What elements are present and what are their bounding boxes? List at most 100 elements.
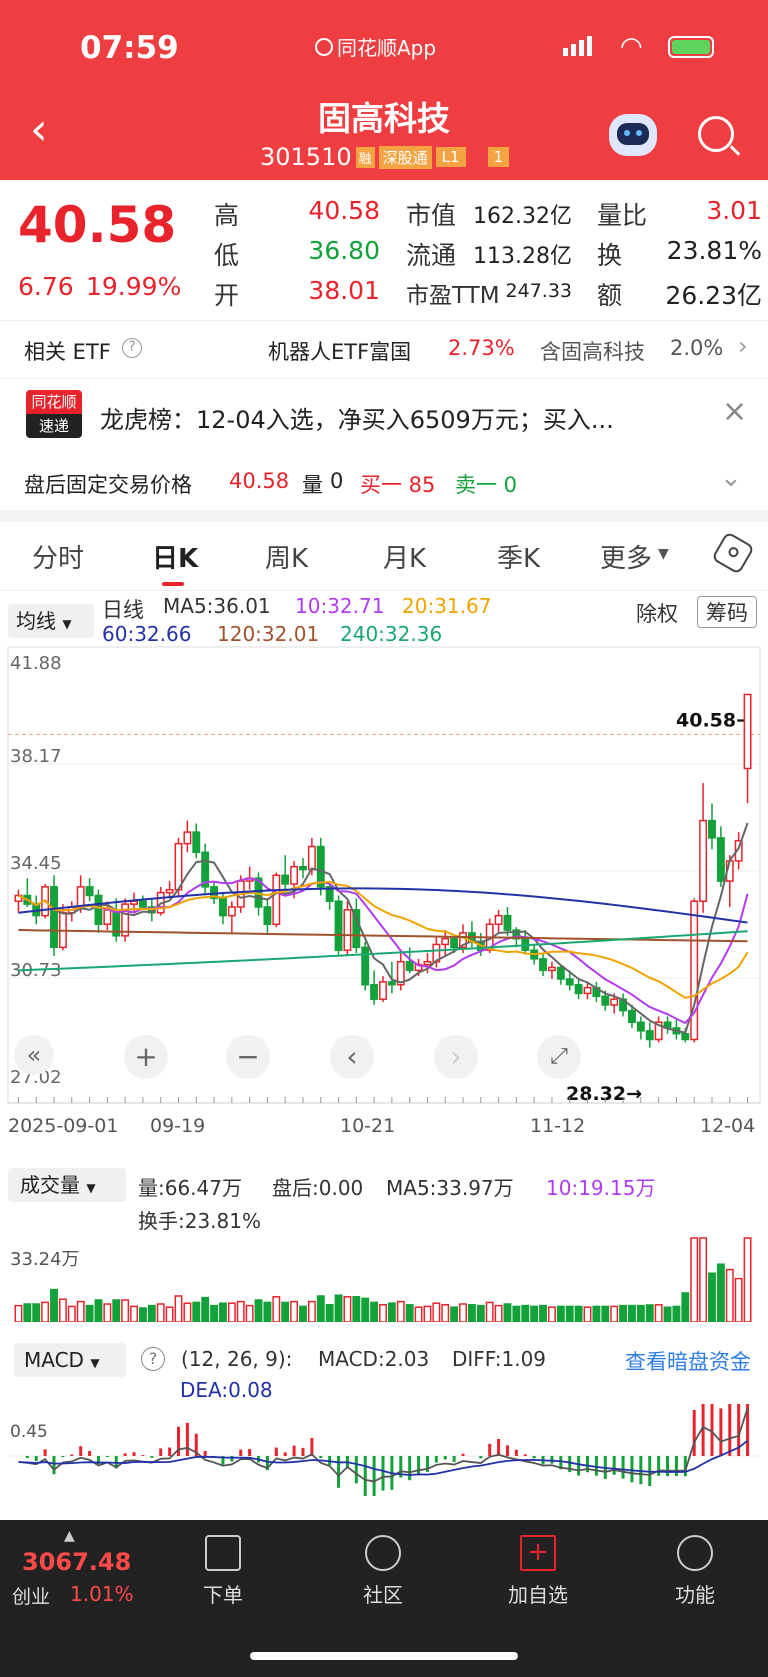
volume-bar: [574, 1305, 583, 1322]
close-icon[interactable]: ×: [722, 394, 747, 429]
tab-weekly-k[interactable]: 周K: [265, 538, 308, 575]
volume-bar: [734, 1277, 743, 1322]
volume-bar: [361, 1297, 370, 1322]
fq-button[interactable]: 除权: [636, 598, 678, 628]
ma5-value: MA5:36.01: [163, 594, 271, 618]
dark-pool-link[interactable]: 查看暗盘资金: [625, 1346, 751, 1376]
macd-selector[interactable]: MACD ▼: [14, 1343, 126, 1377]
candle-body: [94, 894, 103, 926]
etf-name: 机器人ETF富国: [268, 340, 412, 364]
tab-intraday[interactable]: 分时: [32, 538, 84, 575]
zoom-out-icon[interactable]: −: [226, 1035, 270, 1079]
volume-bar: [236, 1300, 245, 1322]
volume-bar: [663, 1306, 672, 1322]
volume-bar: [334, 1294, 343, 1322]
amount-label: 额: [597, 281, 623, 310]
pan-left-icon[interactable]: ‹: [330, 1035, 374, 1079]
nav-add-watchlist[interactable]: + 加自选: [483, 1535, 593, 1608]
tab-daily-k[interactable]: 日K: [152, 538, 198, 575]
macd-value: MACD:2.03: [318, 1347, 430, 1371]
volume-bar: [210, 1304, 219, 1322]
ma-selector[interactable]: 均线 ▼: [8, 604, 94, 638]
candle-body: [601, 995, 610, 1006]
volume-bar: [50, 1288, 58, 1322]
volume-bar: [219, 1302, 227, 1322]
macd-params: (12, 26, 9):: [181, 1347, 293, 1371]
open-label: 开: [214, 281, 240, 310]
volume-bar: [343, 1296, 352, 1322]
news-text: 龙虎榜：12-04入选，净买入6509万元；买入...: [100, 406, 614, 434]
candle-body: [645, 1030, 654, 1041]
menu-icon: [677, 1535, 713, 1571]
stock-code: 301510: [260, 143, 352, 171]
volume-bar: [743, 1237, 752, 1322]
volume-bar: [583, 1306, 592, 1322]
volume-bar: [681, 1292, 690, 1322]
volume-bar: [352, 1296, 361, 1322]
settings-hex-icon[interactable]: [711, 531, 755, 575]
search-icon[interactable]: [698, 116, 741, 156]
candle-body: [183, 831, 192, 845]
volume-bar: [565, 1305, 574, 1322]
volume-bar: [41, 1301, 50, 1322]
stock-subtitle: 301510 融 深股通 L1 1: [260, 143, 510, 171]
volume-bar: [441, 1304, 450, 1322]
x-tick-label: 2025-09-01: [8, 1115, 118, 1137]
candle-body: [290, 865, 299, 885]
volume-bar: [130, 1305, 138, 1322]
volume-bar: [14, 1304, 23, 1322]
tab-monthly-k[interactable]: 月K: [383, 538, 426, 575]
zoom-in-icon[interactable]: +: [124, 1035, 168, 1079]
related-etf-row[interactable]: 相关 ETF ? 机器人ETF富国 2.73% 含固高科技 2.0% ›: [0, 320, 768, 378]
fullscreen-icon[interactable]: ⤢: [537, 1035, 581, 1079]
candle-body: [76, 886, 85, 908]
badge-l1: L1: [435, 147, 466, 167]
macd-chart[interactable]: 0.45: [0, 1404, 768, 1504]
scroll-start-icon[interactable]: «: [14, 1035, 54, 1075]
pe-value: 247.33: [505, 280, 572, 302]
candle-body: [556, 966, 565, 980]
help-icon[interactable]: ?: [141, 1347, 165, 1371]
volume-bar: [450, 1306, 459, 1322]
nav-functions[interactable]: 功能: [640, 1535, 750, 1608]
robot-assistant-icon[interactable]: [609, 114, 657, 156]
quote-panel: 40.58 6.76 19.99% 高 40.58 低 36.80 开 38.0…: [0, 180, 768, 320]
signal-icon: [563, 36, 592, 56]
volume-bar: [539, 1304, 547, 1322]
volume-bar: [227, 1302, 236, 1322]
tab-more[interactable]: 更多: [600, 538, 652, 575]
battery-icon: [668, 36, 714, 58]
candle-body: [85, 886, 94, 897]
last-price: 40.58: [18, 196, 177, 254]
nav-order[interactable]: 下单: [168, 1535, 278, 1608]
low-price-label: 28.32→: [566, 1083, 642, 1105]
kline-chart[interactable]: 41.8838.1734.4530.7327.0240.58→28.32→ 20…: [0, 645, 768, 1165]
pan-right-icon[interactable]: ›: [434, 1035, 478, 1079]
candle-body: [361, 946, 370, 986]
tab-quarterly-k[interactable]: 季K: [497, 538, 540, 575]
help-icon[interactable]: ?: [122, 338, 142, 358]
candle-body: [50, 886, 58, 949]
y-tick-label: 38.17: [10, 746, 62, 767]
volume-bar: [290, 1300, 299, 1322]
ma120-value: 120:32.01: [217, 622, 320, 646]
volume-bar: [432, 1302, 441, 1322]
high-label: 高: [214, 201, 240, 230]
caret-down-icon: ▼: [90, 1356, 100, 1370]
chip-button[interactable]: 筹码: [697, 596, 757, 628]
chevron-down-icon[interactable]: ⌄: [720, 463, 742, 493]
badge-sgt: 深股通: [378, 145, 432, 169]
news-row[interactable]: 同花顺 速递 龙虎榜：12-04入选，净买入6509万元；买入... ×: [0, 380, 768, 450]
nav-community[interactable]: 社区: [328, 1535, 438, 1608]
after-hours-row[interactable]: 盘后固定交易价格 40.58 量 0 买一 85 卖一 0 ⌄: [0, 455, 768, 505]
candle-body: [405, 960, 414, 972]
volume-selector[interactable]: 成交量 ▼: [8, 1168, 126, 1202]
caret-down-icon: ▼: [62, 617, 72, 631]
index-pct: 1.01%: [70, 1582, 134, 1606]
index-value[interactable]: 3067.48: [22, 1548, 131, 1576]
volume-bar: [672, 1305, 681, 1322]
caret-up-icon: ▲: [64, 1528, 75, 1544]
volume-chart[interactable]: 33.24万: [0, 1236, 768, 1322]
candle-body: [699, 819, 708, 902]
volume-bar: [459, 1303, 467, 1322]
